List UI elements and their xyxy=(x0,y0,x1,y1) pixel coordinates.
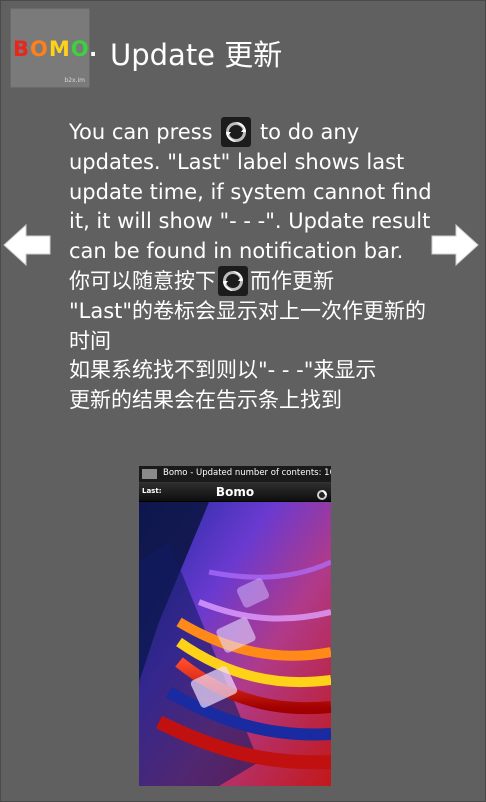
instructions-text: You can press to do any updates. "Last" … xyxy=(69,117,439,416)
refresh-icon xyxy=(316,486,328,500)
refresh-icon xyxy=(221,117,252,147)
app-screenshot: Bomo - Updated number of contents: 10 La… xyxy=(139,466,331,786)
logo-subtext: b2x.im xyxy=(64,77,85,84)
instructions-chinese-line: 你可以随意按下 而作更新 xyxy=(69,265,439,297)
logo-letter: B xyxy=(13,37,31,61)
page-title: Update 更新 xyxy=(110,38,283,72)
app-logo: BOMO. b2x.im xyxy=(10,8,97,88)
status-bar: Bomo - Updated number of contents: 10 xyxy=(139,466,331,483)
text-segment: You can press xyxy=(69,120,220,144)
text-segment: 你可以随意按下 xyxy=(69,268,216,293)
text-segment: 而作更新 xyxy=(250,268,334,293)
logo-letter: . xyxy=(89,37,99,61)
app-title-bar: Last: Bomo xyxy=(139,483,331,501)
instructions-english: You can press to do any updates. "Last" … xyxy=(69,117,439,267)
logo-letter: M xyxy=(48,37,71,61)
logo-letter: O xyxy=(70,37,90,61)
instructions-chinese-line: 如果系统找不到则以"- - -"来显示 xyxy=(69,358,377,383)
instructions-chinese-line: "Last"的卷标会显示对上一次作更新的时间 xyxy=(69,298,427,353)
arrow-left-icon[interactable] xyxy=(2,221,52,269)
status-notification: Bomo - Updated number of contents: 10 xyxy=(163,468,331,478)
app-status-icon xyxy=(142,469,157,479)
logo-letter: O xyxy=(30,37,49,61)
app-title: Bomo xyxy=(215,485,255,499)
refresh-icon xyxy=(218,265,248,296)
network-cables-image xyxy=(139,502,331,786)
instructions-chinese-line: 更新的结果会在告示条上找到 xyxy=(69,388,342,413)
logo-wordmark: BOMO. xyxy=(13,37,98,61)
